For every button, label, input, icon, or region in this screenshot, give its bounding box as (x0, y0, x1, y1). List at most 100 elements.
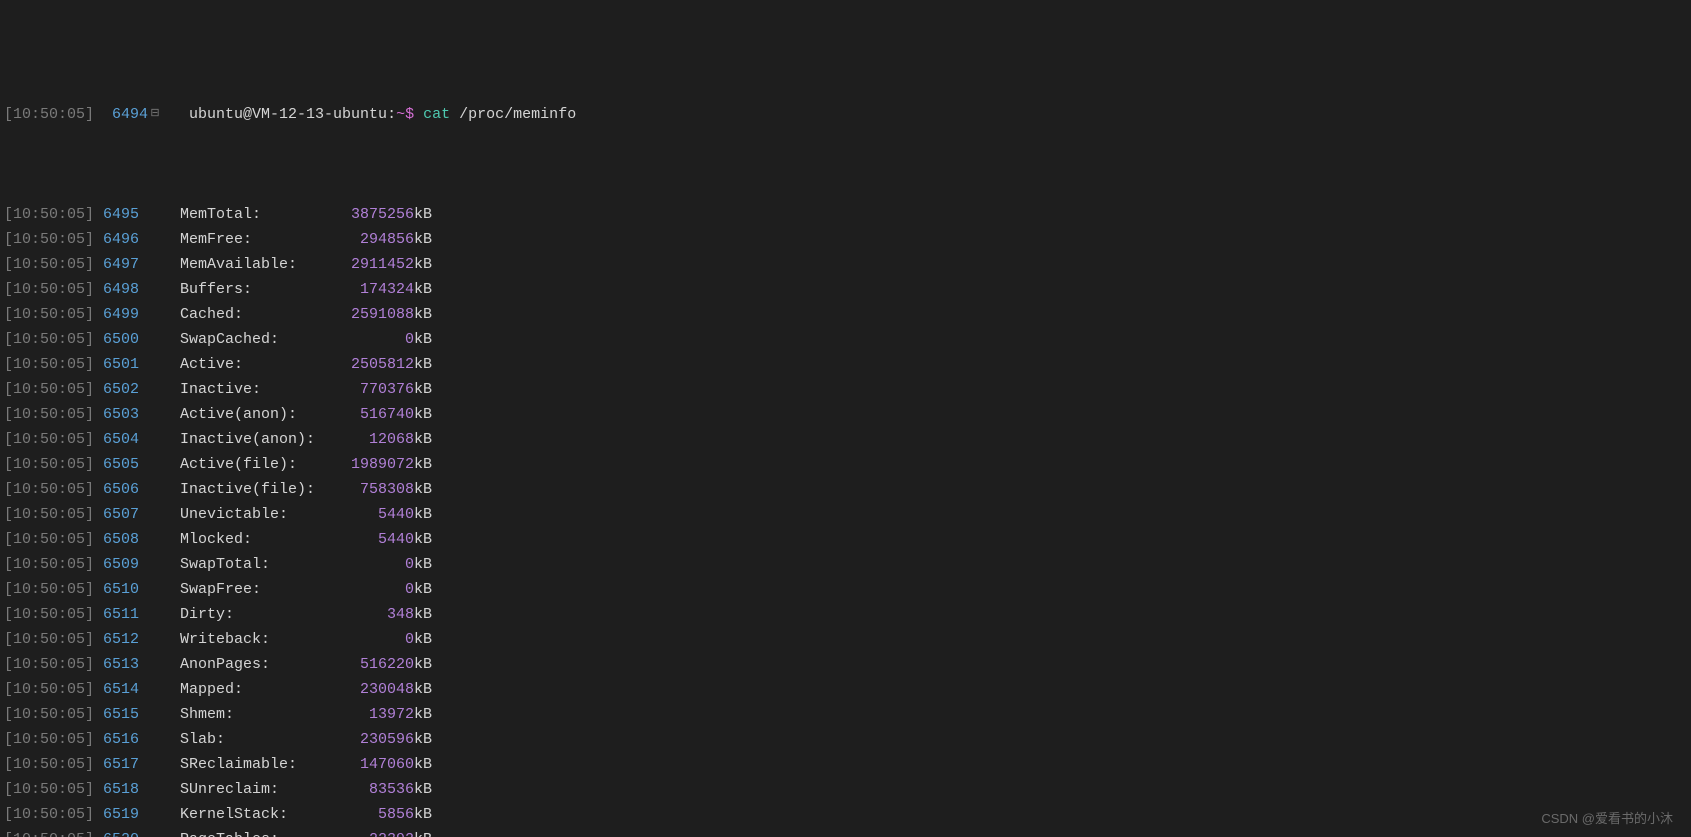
output-row: [10:50:05] 6520 PageTables:22392 kB (4, 827, 1691, 837)
output-row: [10:50:05] 6495 MemTotal:3875256 kB (4, 202, 1691, 227)
gutter (139, 827, 153, 837)
meminfo-value: 5440 (333, 502, 414, 527)
meminfo-key: Buffers: (180, 277, 333, 302)
line-number: 6514 (94, 677, 139, 702)
meminfo-unit: kB (414, 202, 432, 227)
meminfo-key: AnonPages: (180, 652, 333, 677)
output-row: [10:50:05] 6505 Active(file):1989072 kB (4, 452, 1691, 477)
timestamp: [10:50:05] (4, 102, 94, 127)
timestamp: [10:50:05] (4, 352, 94, 377)
prompt-path: ~ (396, 102, 405, 127)
timestamp: [10:50:05] (4, 602, 94, 627)
line-number: 6500 (94, 327, 139, 352)
meminfo-key: SwapCached: (180, 327, 333, 352)
terminal-output[interactable]: [10:50:05] 6494 ⊟ ubuntu@VM-12-13-ubuntu… (0, 0, 1691, 837)
gutter (139, 777, 153, 802)
timestamp: [10:50:05] (4, 702, 94, 727)
gutter (139, 452, 153, 477)
gutter (139, 327, 153, 352)
meminfo-unit: kB (414, 677, 432, 702)
meminfo-unit: kB (414, 652, 432, 677)
line-number: 6504 (94, 427, 139, 452)
output-row: [10:50:05] 6507 Unevictable:5440 kB (4, 502, 1691, 527)
timestamp: [10:50:05] (4, 427, 94, 452)
output-row: [10:50:05] 6499 Cached:2591088 kB (4, 302, 1691, 327)
meminfo-value: 13972 (333, 702, 414, 727)
meminfo-value: 0 (333, 552, 414, 577)
meminfo-unit: kB (414, 502, 432, 527)
gutter (139, 202, 153, 227)
meminfo-key: Inactive(file): (180, 477, 333, 502)
meminfo-value: 5440 (333, 527, 414, 552)
meminfo-key: MemAvailable: (180, 252, 333, 277)
output-row: [10:50:05] 6497 MemAvailable:2911452 kB (4, 252, 1691, 277)
meminfo-value: 12068 (333, 427, 414, 452)
gutter (139, 527, 153, 552)
prompt-dollar: $ (405, 102, 414, 127)
line-number: 6505 (94, 452, 139, 477)
meminfo-unit: kB (414, 477, 432, 502)
output-row: [10:50:05] 6514 Mapped:230048 kB (4, 677, 1691, 702)
gutter (139, 677, 153, 702)
output-row: [10:50:05] 6516 Slab:230596 kB (4, 727, 1691, 752)
meminfo-key: Active(anon): (180, 402, 333, 427)
meminfo-value: 147060 (333, 752, 414, 777)
meminfo-value: 174324 (333, 277, 414, 302)
output-row: [10:50:05] 6504 Inactive(anon):12068 kB (4, 427, 1691, 452)
meminfo-key: Slab: (180, 727, 333, 752)
meminfo-key: SwapTotal: (180, 552, 333, 577)
meminfo-value: 770376 (333, 377, 414, 402)
meminfo-value: 758308 (333, 477, 414, 502)
output-row: [10:50:05] 6517 SReclaimable:147060 kB (4, 752, 1691, 777)
meminfo-key: Writeback: (180, 627, 333, 652)
meminfo-unit: kB (414, 777, 432, 802)
timestamp: [10:50:05] (4, 627, 94, 652)
meminfo-key: SwapFree: (180, 577, 333, 602)
gutter (139, 627, 153, 652)
gutter (139, 377, 153, 402)
meminfo-value: 294856 (333, 227, 414, 252)
meminfo-value: 2911452 (333, 252, 414, 277)
timestamp: [10:50:05] (4, 752, 94, 777)
meminfo-unit: kB (414, 552, 432, 577)
meminfo-key: MemTotal: (180, 202, 333, 227)
gutter (139, 477, 153, 502)
output-row: [10:50:05] 6511 Dirty:348 kB (4, 602, 1691, 627)
meminfo-value: 516220 (333, 652, 414, 677)
meminfo-value: 5856 (333, 802, 414, 827)
line-number: 6495 (94, 202, 139, 227)
line-number: 6507 (94, 502, 139, 527)
meminfo-key: Cached: (180, 302, 333, 327)
meminfo-unit: kB (414, 227, 432, 252)
gutter (139, 702, 153, 727)
timestamp: [10:50:05] (4, 402, 94, 427)
timestamp: [10:50:05] (4, 227, 94, 252)
meminfo-unit: kB (414, 727, 432, 752)
meminfo-key: PageTables: (180, 827, 333, 837)
meminfo-unit: kB (414, 352, 432, 377)
gutter (139, 652, 153, 677)
output-row: [10:50:05] 6501 Active:2505812 kB (4, 352, 1691, 377)
line-number: 6511 (94, 602, 139, 627)
fold-icon[interactable]: ⊟ (148, 102, 162, 127)
line-number: 6520 (94, 827, 139, 837)
meminfo-key: Active: (180, 352, 333, 377)
gutter (139, 602, 153, 627)
timestamp: [10:50:05] (4, 727, 94, 752)
timestamp: [10:50:05] (4, 377, 94, 402)
meminfo-unit: kB (414, 752, 432, 777)
timestamp: [10:50:05] (4, 777, 94, 802)
gutter (139, 302, 153, 327)
meminfo-value: 1989072 (333, 452, 414, 477)
command: cat (423, 102, 450, 127)
output-row: [10:50:05] 6500 SwapCached:0 kB (4, 327, 1691, 352)
meminfo-key: Unevictable: (180, 502, 333, 527)
meminfo-unit: kB (414, 827, 432, 837)
timestamp: [10:50:05] (4, 452, 94, 477)
timestamp: [10:50:05] (4, 577, 94, 602)
meminfo-unit: kB (414, 702, 432, 727)
meminfo-unit: kB (414, 452, 432, 477)
timestamp: [10:50:05] (4, 802, 94, 827)
command-argument: /proc/meminfo (459, 102, 576, 127)
meminfo-unit: kB (414, 427, 432, 452)
